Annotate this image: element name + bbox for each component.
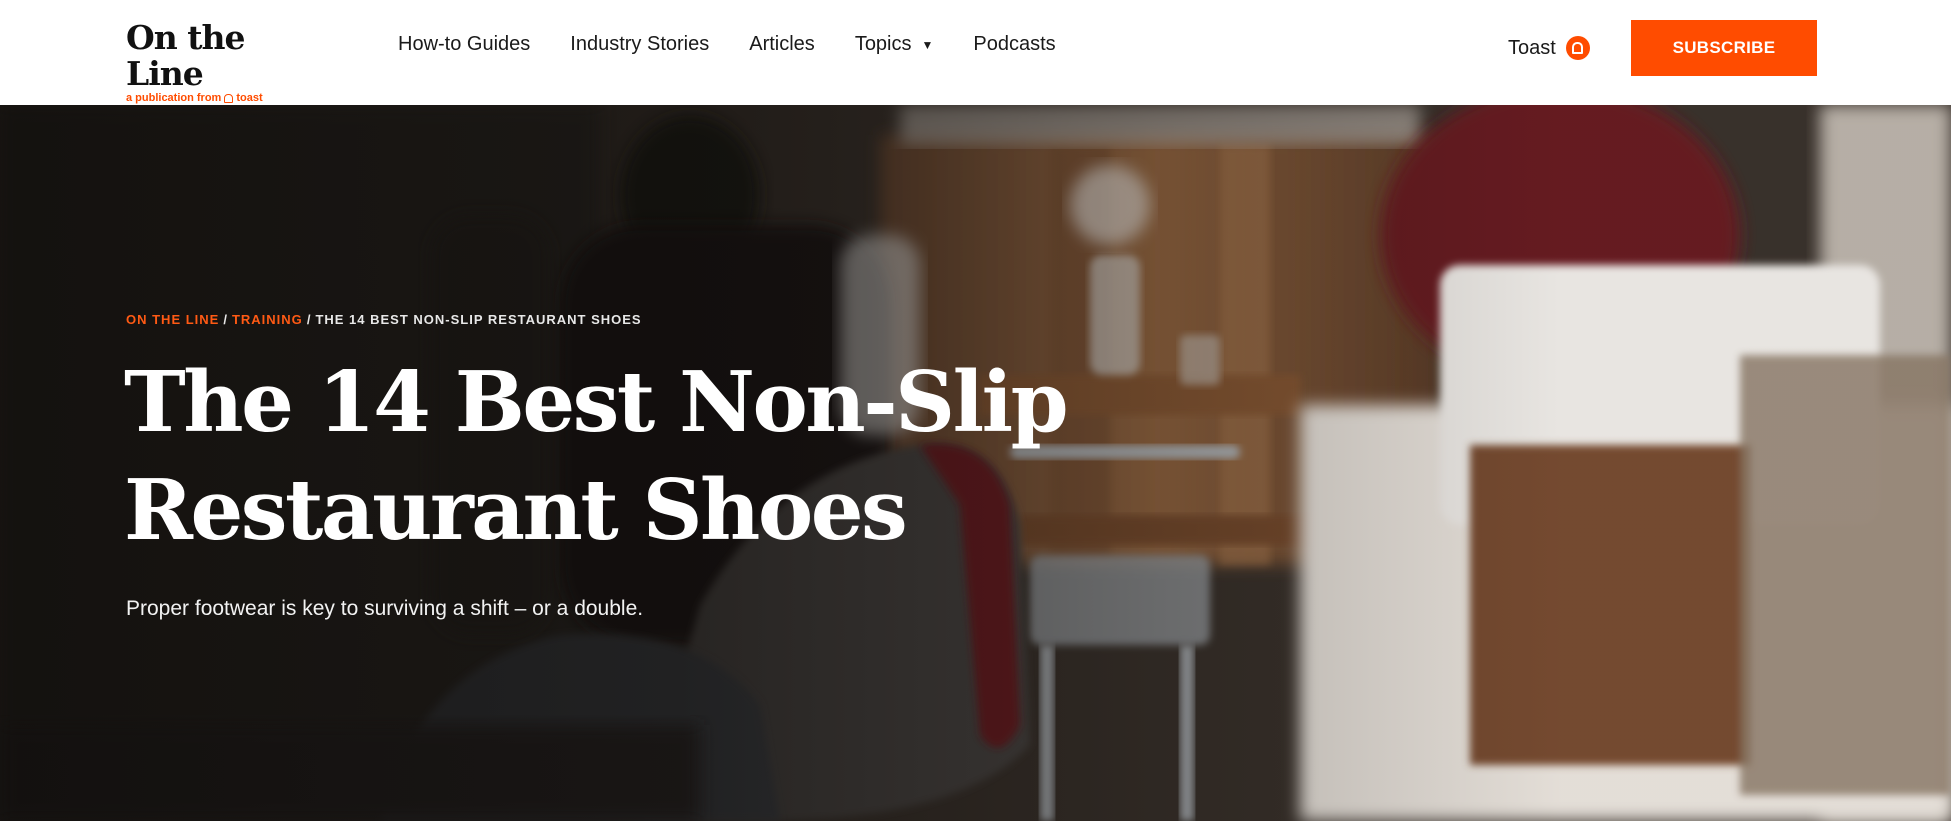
breadcrumb-training[interactable]: TRAINING: [232, 312, 303, 327]
nav-podcasts[interactable]: Podcasts: [973, 33, 1055, 56]
toast-logo-icon: [224, 93, 234, 103]
breadcrumb: ON THE LINE / TRAINING / THE 14 BEST NON…: [126, 312, 642, 327]
nav-articles[interactable]: Articles: [749, 33, 815, 56]
breadcrumb-current: THE 14 BEST NON-SLIP RESTAURANT SHOES: [315, 312, 642, 327]
nav-industry-stories[interactable]: Industry Stories: [570, 33, 709, 56]
breadcrumb-on-the-line[interactable]: ON THE LINE: [126, 312, 219, 327]
logo-tagline: a publication from toast: [126, 92, 326, 104]
site-header: On the Line a publication from toast How…: [0, 0, 1951, 105]
page-subtitle: Proper footwear is key to surviving a sh…: [126, 597, 644, 620]
breadcrumb-separator: /: [306, 312, 312, 327]
main-nav: How-to Guides Industry Stories Articles …: [398, 33, 1096, 56]
toast-link-label: Toast: [1508, 36, 1556, 59]
caret-down-icon: ▼: [921, 37, 934, 52]
nav-topics-label: Topics: [854, 33, 912, 55]
site-logo[interactable]: On the Line a publication from toast: [126, 20, 326, 105]
logo-title: On the Line: [126, 18, 245, 93]
page-title: The 14 Best Non-Slip Restaurant Shoes: [124, 353, 1069, 559]
toast-link[interactable]: Toast: [1508, 36, 1590, 60]
nav-topics[interactable]: Topics ▼: [855, 33, 934, 56]
breadcrumb-separator: /: [223, 312, 228, 327]
logo-tagline-brand: toast: [236, 92, 263, 104]
subscribe-button[interactable]: SUBSCRIBE: [1631, 20, 1817, 76]
nav-how-to-guides[interactable]: How-to Guides: [398, 33, 530, 56]
hero-section: ON THE LINE / TRAINING / THE 14 BEST NON…: [0, 105, 1951, 821]
toast-icon: [1565, 36, 1590, 60]
logo-tagline-prefix: a publication from: [126, 92, 222, 104]
